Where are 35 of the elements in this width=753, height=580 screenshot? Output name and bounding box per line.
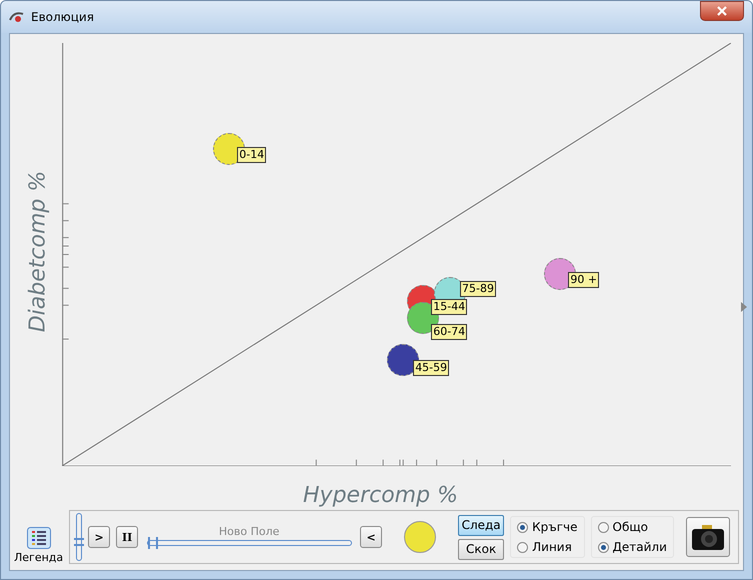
slider-thumb[interactable]: [148, 536, 158, 548]
x-axis-label: Hypercomp %: [303, 483, 458, 508]
radio-option[interactable]: Кръгче: [517, 520, 578, 534]
pause-button[interactable]: II: [116, 526, 138, 548]
back-button[interactable]: <: [360, 526, 382, 548]
field-label: Ново Поле: [218, 524, 280, 538]
snapshot-button[interactable]: [686, 517, 730, 557]
mode-button[interactable]: Следа: [458, 514, 504, 536]
camera-icon: [691, 523, 725, 551]
app-icon: [9, 10, 25, 24]
radio-option[interactable]: Детайли: [598, 540, 667, 554]
bubble-label: 90 +: [568, 272, 600, 288]
play-button[interactable]: >: [88, 526, 110, 548]
vertical-slider[interactable]: [76, 513, 82, 561]
bubble-label: 60-74: [431, 324, 468, 340]
radio-option[interactable]: Общо: [598, 520, 667, 534]
bubble-label: 45-59: [413, 360, 450, 376]
radio-button[interactable]: [517, 522, 528, 532]
close-icon: [717, 6, 727, 16]
y-axis-label: Diabetcomp %: [26, 170, 50, 332]
radio-button[interactable]: [598, 542, 609, 552]
window-title: Еволюция: [31, 10, 95, 24]
bubble-label: 15-44: [431, 299, 468, 316]
bubble-label: 75-89: [460, 280, 496, 297]
color-swatch[interactable]: [404, 521, 436, 553]
close-button[interactable]: [700, 1, 744, 21]
bubble-label: 0-14: [237, 146, 266, 163]
legend-button[interactable]: Легенда: [14, 527, 64, 564]
radio-button[interactable]: [598, 522, 609, 532]
radio-button[interactable]: [517, 542, 528, 552]
expand-arrow-icon[interactable]: [741, 302, 747, 312]
list-icon: [26, 527, 51, 549]
mode-button[interactable]: Скок: [458, 538, 504, 560]
radio-option[interactable]: Линия: [517, 540, 578, 554]
slider-thumb[interactable]: [74, 538, 84, 546]
